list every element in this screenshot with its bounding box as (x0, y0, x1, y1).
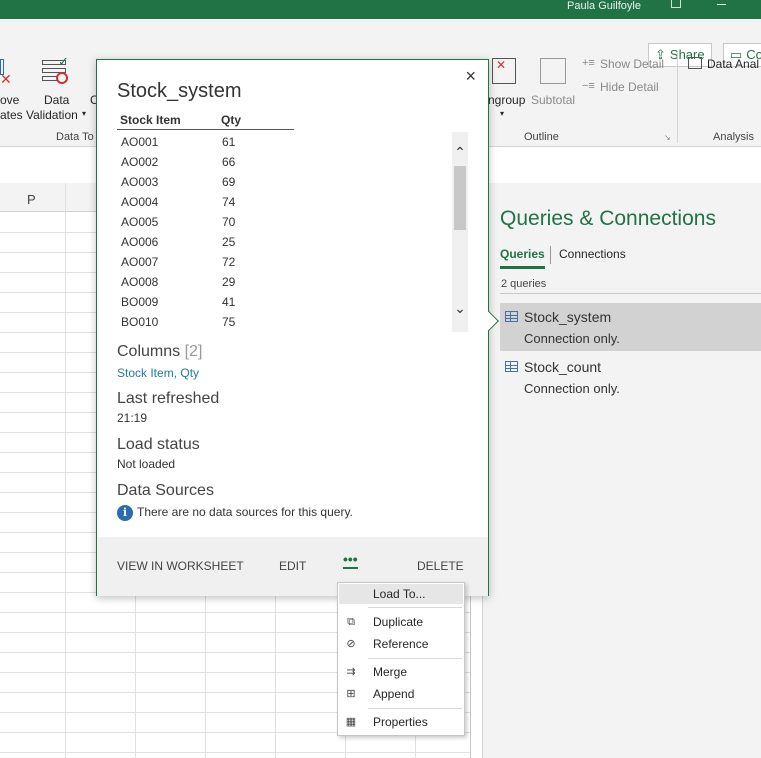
last-refreshed-value: 21:19 (117, 411, 148, 425)
edit-button[interactable]: EDIT (279, 559, 306, 573)
data-analysis-icon[interactable] (688, 57, 702, 69)
subtotal-icon (540, 58, 566, 84)
table-row: AO006 25 (121, 235, 236, 249)
ungroup-label[interactable]: ngroup (488, 93, 525, 107)
menu-item-append[interactable]: ⊞ Append (339, 684, 463, 704)
columns-list[interactable]: Stock Item, Qty (117, 366, 199, 380)
outline-group-label: Outline (524, 131, 559, 143)
query-name: Stock_count (524, 359, 602, 375)
hide-detail-label: Hide Detail (600, 80, 659, 94)
hide-detail-icon: −≡ (582, 80, 595, 92)
pane-divider (500, 293, 761, 294)
table-scrollbar[interactable]: ⌃ ⌄ (452, 132, 468, 332)
remove-duplicates-label-1[interactable]: ove (0, 93, 19, 107)
chevron-down-icon[interactable]: ▾ (500, 109, 504, 118)
column-link-stock-item[interactable]: Stock Item (117, 366, 174, 380)
query-status: Connection only. (524, 381, 620, 396)
analysis-group-label: Analysis (713, 131, 754, 143)
subtotal-label: Subtotal (531, 93, 576, 107)
remove-duplicates-label-2[interactable]: ates (0, 108, 23, 122)
query-peek-card: × Stock_system Stock Item Qty AO001 61 AO… (96, 59, 499, 596)
menu-item-reference[interactable]: ⊘ Reference (339, 634, 463, 654)
data-sources-title: Data Sources (117, 482, 214, 499)
query-status: Connection only. (524, 331, 620, 346)
column-header-qty: Qty (221, 113, 242, 127)
table-row: AO002 66 (121, 155, 236, 169)
close-icon[interactable]: × (465, 66, 476, 87)
ribbon-display-icon[interactable] (671, 0, 681, 8)
column-header-stock-item: Stock Item (120, 113, 181, 127)
delete-button[interactable]: DELETE (417, 559, 464, 573)
merge-icon: ⇉ (346, 666, 356, 678)
properties-icon: ▦ (345, 716, 357, 728)
table-icon (505, 311, 518, 322)
ungroup-icon[interactable]: ✕ (492, 58, 516, 84)
show-detail-label: Show Detail (600, 57, 665, 71)
menu-item-duplicate[interactable]: ⧉ Duplicate (339, 612, 463, 632)
title-bar: Paula Guilfoyle (0, 0, 761, 19)
card-title: Stock_system (117, 80, 242, 102)
table-row: BO010 75 (121, 315, 236, 329)
columns-section-title: Columns [2] (117, 343, 203, 360)
table-row: AO001 61 (121, 135, 236, 149)
query-item-stock-count[interactable]: Stock_count Connection only. (500, 353, 761, 401)
data-validation-icon[interactable]: ✓ (42, 54, 72, 86)
view-in-worksheet-button[interactable]: VIEW IN WORKSHEET (117, 559, 244, 573)
table-row: AO008 29 (121, 275, 236, 289)
append-icon: ⊞ (346, 688, 356, 700)
column-header-p[interactable]: P (27, 192, 36, 207)
table-row: BO009 41 (121, 295, 236, 309)
query-name: Stock_system (524, 309, 612, 325)
pane-title: Queries & Connections (500, 207, 716, 230)
data-tools-group-label: Data To (56, 131, 94, 143)
user-name[interactable]: Paula Guilfoyle (567, 0, 641, 12)
menu-item-load-to[interactable]: Load To... (339, 584, 463, 604)
table-row: AO007 72 (121, 255, 236, 269)
table-row: AO005 70 (121, 215, 236, 229)
data-validation-label-1[interactable]: Data (44, 93, 69, 107)
dialog-launcher-icon[interactable]: ↘ (664, 133, 671, 142)
query-count: 2 queries (501, 278, 547, 290)
menu-separator (368, 607, 462, 608)
column-link-qty[interactable]: Qty (180, 366, 199, 380)
info-icon: i (117, 505, 133, 521)
chevron-down-icon[interactable]: ⌄ (452, 300, 468, 316)
chevron-up-icon[interactable]: ⌃ (452, 144, 468, 160)
duplicate-icon: ⧉ (347, 616, 355, 628)
menu-separator (368, 658, 462, 659)
menu-item-merge[interactable]: ⇉ Merge (339, 662, 463, 682)
chevron-down-icon[interactable]: ▾ (82, 109, 86, 118)
tab-divider (550, 246, 551, 264)
minimize-icon[interactable] (717, 4, 726, 5)
preview-table-header: Stock Item Qty (117, 113, 294, 130)
scrollbar-thumb[interactable] (454, 166, 466, 230)
table-icon (505, 361, 518, 372)
reference-icon: ⊘ (346, 638, 356, 650)
tab-connections[interactable]: Connections (559, 247, 626, 261)
more-options-menu: Load To... ⧉ Duplicate ⊘ Reference ⇉ Mer… (337, 582, 465, 736)
tab-queries[interactable]: Queries (500, 247, 545, 269)
menu-item-properties[interactable]: ▦ Properties (339, 712, 463, 732)
data-sources-value: There are no data sources for this query… (137, 505, 353, 519)
group-divider (677, 53, 678, 143)
data-analysis-label[interactable]: Data Anal (707, 57, 759, 71)
table-row: AO004 74 (121, 195, 236, 209)
load-status-title: Load status (117, 436, 200, 453)
table-row: AO003 69 (121, 175, 236, 189)
show-detail-icon: +≡ (582, 57, 595, 69)
data-validation-label-2[interactable]: Validation (26, 108, 78, 122)
more-options-button[interactable]: ••• (343, 551, 358, 569)
query-item-stock-system[interactable]: Stock_system Connection only. (500, 303, 761, 351)
queries-connections-pane: Queries & Connections Queries Connection… (482, 183, 761, 758)
remove-duplicates-icon[interactable]: ✕ (0, 59, 22, 87)
last-refreshed-title: Last refreshed (117, 390, 220, 407)
load-status-value: Not loaded (117, 457, 176, 471)
menu-separator (368, 708, 462, 709)
